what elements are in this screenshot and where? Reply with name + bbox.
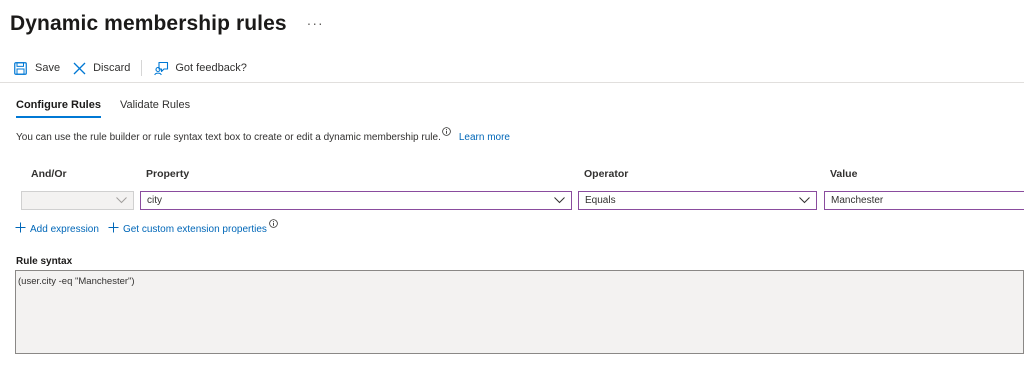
value-text: Manchester	[831, 195, 884, 206]
discard-label: Discard	[93, 62, 131, 74]
toolbar-divider	[141, 60, 143, 76]
feedback-label: Got feedback?	[175, 62, 247, 74]
header-property: Property	[146, 168, 190, 180]
header-and-or: And/Or	[31, 168, 67, 180]
and-or-select[interactable]	[21, 191, 134, 210]
toolbar: Save Discard Got feedback?	[14, 59, 247, 77]
info-icon[interactable]	[442, 127, 451, 139]
chevron-down-icon	[799, 196, 810, 207]
learn-more-link[interactable]: Learn more	[459, 132, 510, 143]
header-value: Value	[830, 168, 858, 180]
tab-configure-rules[interactable]: Configure Rules	[16, 99, 101, 118]
property-select[interactable]: city	[140, 191, 572, 210]
add-expression-button[interactable]: Add expression	[15, 222, 99, 236]
discard-button[interactable]: Discard	[73, 62, 130, 75]
save-button[interactable]: Save	[14, 61, 61, 75]
tab-validate-rules[interactable]: Validate Rules	[120, 99, 190, 111]
save-label: Save	[35, 62, 61, 74]
operator-value: Equals	[585, 195, 616, 206]
add-icon	[108, 222, 119, 236]
add-icon	[15, 222, 26, 236]
description-text: You can use the rule builder or rule syn…	[16, 131, 441, 143]
rule-actions: Add expression Get custom extension prop…	[15, 219, 278, 236]
tab-bar: Configure Rules Validate Rules	[16, 99, 190, 118]
custom-extension-properties-button[interactable]: Get custom extension properties	[108, 219, 278, 236]
value-input[interactable]: Manchester	[824, 191, 1024, 210]
title-row: Dynamic membership rules ···	[10, 8, 324, 40]
info-icon[interactable]	[269, 219, 278, 231]
toolbar-divider-line	[0, 82, 1024, 83]
page-title: Dynamic membership rules	[10, 12, 287, 35]
save-icon	[14, 61, 27, 75]
more-options-button[interactable]: ···	[307, 15, 324, 31]
chevron-down-icon	[554, 196, 565, 207]
description: You can use the rule builder or rule syn…	[16, 127, 510, 143]
operator-select[interactable]: Equals	[578, 191, 817, 210]
header-operator: Operator	[584, 168, 629, 180]
close-icon	[73, 62, 86, 75]
rule-syntax-label: Rule syntax	[16, 256, 73, 267]
feedback-button[interactable]: Got feedback?	[154, 61, 247, 76]
feedback-icon	[154, 61, 169, 76]
chevron-down-icon	[116, 196, 127, 207]
custom-extension-properties-label: Get custom extension properties	[122, 223, 267, 235]
property-value: city	[147, 195, 162, 206]
rule-syntax-textbox[interactable]: (user.city -eq "Manchester")	[15, 270, 1024, 354]
add-expression-label: Add expression	[30, 223, 99, 235]
